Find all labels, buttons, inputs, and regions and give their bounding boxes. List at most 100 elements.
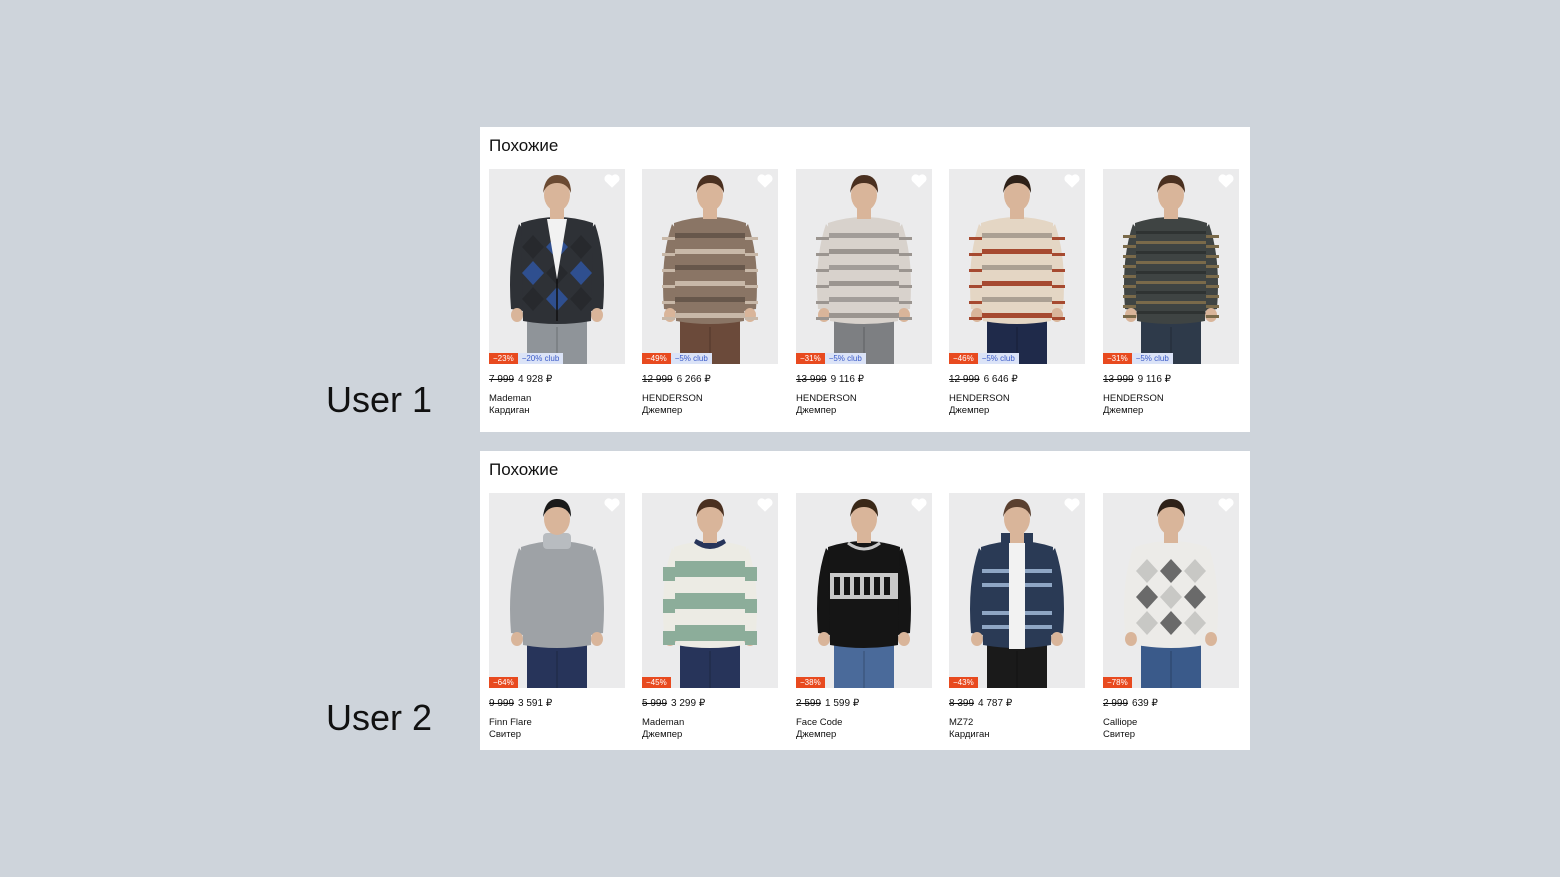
old-price: 9 999: [489, 698, 515, 709]
product-photo[interactable]: −49% −5% club: [642, 169, 778, 364]
club-discount-badge: −5% club: [977, 353, 1019, 364]
product-type: Джемпер: [949, 405, 990, 416]
old-price: 7 999: [489, 374, 515, 385]
product-photo[interactable]: −38%: [796, 493, 932, 688]
heart-icon[interactable]: [604, 498, 620, 512]
product-brand[interactable]: HENDERSON: [1103, 393, 1164, 404]
price-row: 7 999 4 928 ₽: [489, 374, 552, 385]
product-photo[interactable]: −78%: [1103, 493, 1239, 688]
price-row: 2 599 1 599 ₽: [796, 698, 859, 709]
discount-badges: −45%: [642, 677, 671, 688]
product-photo[interactable]: −46% −5% club: [949, 169, 1085, 364]
club-discount-badge: −5% club: [824, 353, 866, 364]
price-row: 2 999 639 ₽: [1103, 698, 1158, 709]
product-type: Свитер: [1103, 729, 1136, 740]
discount-badge: −45%: [642, 677, 671, 688]
heart-icon[interactable]: [1218, 498, 1234, 512]
price-row: 13 999 9 116 ₽: [796, 374, 864, 385]
product-photo[interactable]: −45%: [642, 493, 778, 688]
panel-title: Похожие: [489, 136, 559, 155]
product-photo[interactable]: −43%: [949, 493, 1085, 688]
discount-badge: −43%: [949, 677, 978, 688]
heart-icon[interactable]: [1218, 174, 1234, 188]
product-photo[interactable]: −31% −5% club: [796, 169, 932, 364]
product-type: Джемпер: [642, 729, 683, 740]
club-discount-badge: −20% club: [517, 353, 564, 364]
price-row: 12 999 6 646 ₽: [949, 374, 1018, 385]
discount-badges: −43%: [949, 677, 978, 688]
discount-badges: −46% −5% club: [949, 353, 1019, 364]
current-price: 639 ₽: [1132, 698, 1158, 709]
price-row: 12 999 6 266 ₽: [642, 374, 711, 385]
price-row: 13 999 9 116 ₽: [1103, 374, 1171, 385]
heart-icon[interactable]: [1064, 174, 1080, 188]
product-brand[interactable]: Calliope: [1103, 717, 1137, 728]
heart-icon[interactable]: [911, 498, 927, 512]
user-1-label: User 1: [326, 379, 433, 420]
old-price: 5 999: [642, 698, 668, 709]
heart-icon[interactable]: [757, 498, 773, 512]
discount-badges: −64%: [489, 677, 518, 688]
heart-icon[interactable]: [911, 174, 927, 188]
product-type: Свитер: [489, 729, 522, 740]
similar-products-panel-user-1: Похожие −23% −20% club 7 999 4 928 ₽ Mademan…: [480, 127, 1250, 432]
club-discount-badge: −5% club: [670, 353, 712, 364]
discount-badges: −49% −5% club: [642, 353, 712, 364]
discount-badges: −31% −5% club: [1103, 353, 1173, 364]
product-brand[interactable]: MZ72: [949, 717, 973, 728]
old-price: 2 599: [796, 698, 822, 709]
product-photo[interactable]: −23% −20% club: [489, 169, 625, 364]
discount-badge: −49%: [642, 353, 671, 364]
discount-badge: −64%: [489, 677, 518, 688]
current-price: 4 928 ₽: [518, 374, 553, 385]
product-type: Джемпер: [796, 405, 837, 416]
discount-badges: −78%: [1103, 677, 1132, 688]
current-price: 6 266 ₽: [676, 374, 711, 385]
current-price: 9 116 ₽: [830, 374, 865, 385]
price-row: 8 399 4 787 ₽: [949, 698, 1012, 709]
current-price: 4 787 ₽: [978, 698, 1013, 709]
old-price: 8 399: [949, 698, 975, 709]
product-type: Джемпер: [796, 729, 837, 740]
product-photo[interactable]: −64%: [489, 493, 625, 688]
panel-title: Похожие: [489, 460, 559, 479]
current-price: 6 646 ₽: [983, 374, 1018, 385]
product-brand[interactable]: HENDERSON: [642, 393, 703, 404]
old-price: 2 999: [1103, 698, 1129, 709]
heart-icon[interactable]: [757, 174, 773, 188]
product-brand[interactable]: Mademan: [489, 393, 531, 404]
product-brand[interactable]: HENDERSON: [796, 393, 857, 404]
current-price: 9 116 ₽: [1137, 374, 1172, 385]
old-price: 12 999: [642, 374, 673, 385]
old-price: 13 999: [1103, 374, 1134, 385]
product-type: Джемпер: [1103, 405, 1144, 416]
current-price: 3 299 ₽: [671, 698, 706, 709]
price-row: 5 999 3 299 ₽: [642, 698, 705, 709]
discount-badge: −31%: [1103, 353, 1132, 364]
heart-icon[interactable]: [1064, 498, 1080, 512]
discount-badge: −46%: [949, 353, 978, 364]
product-brand[interactable]: Mademan: [642, 717, 684, 728]
product-type: Джемпер: [642, 405, 683, 416]
similar-products-panel-user-2: Похожие −64% 9 999 3 591 ₽ Finn Flare Свитер…: [480, 451, 1250, 750]
discount-badges: −23% −20% club: [489, 353, 564, 364]
discount-badge: −23%: [489, 353, 518, 364]
discount-badge: −31%: [796, 353, 825, 364]
product-brand[interactable]: Face Code: [796, 717, 842, 728]
discount-badges: −38%: [796, 677, 825, 688]
product-type: Кардиган: [489, 405, 530, 416]
discount-badges: −31% −5% club: [796, 353, 866, 364]
club-discount-badge: −5% club: [1131, 353, 1173, 364]
user-2-label: User 2: [326, 697, 433, 738]
current-price: 3 591 ₽: [518, 698, 553, 709]
current-price: 1 599 ₽: [825, 698, 860, 709]
old-price: 12 999: [949, 374, 980, 385]
price-row: 9 999 3 591 ₽: [489, 698, 552, 709]
heart-icon[interactable]: [604, 174, 620, 188]
discount-badge: −38%: [796, 677, 825, 688]
product-type: Кардиган: [949, 729, 990, 740]
product-brand[interactable]: Finn Flare: [489, 717, 532, 728]
old-price: 13 999: [796, 374, 827, 385]
product-brand[interactable]: HENDERSON: [949, 393, 1010, 404]
product-photo[interactable]: −31% −5% club: [1103, 169, 1239, 364]
